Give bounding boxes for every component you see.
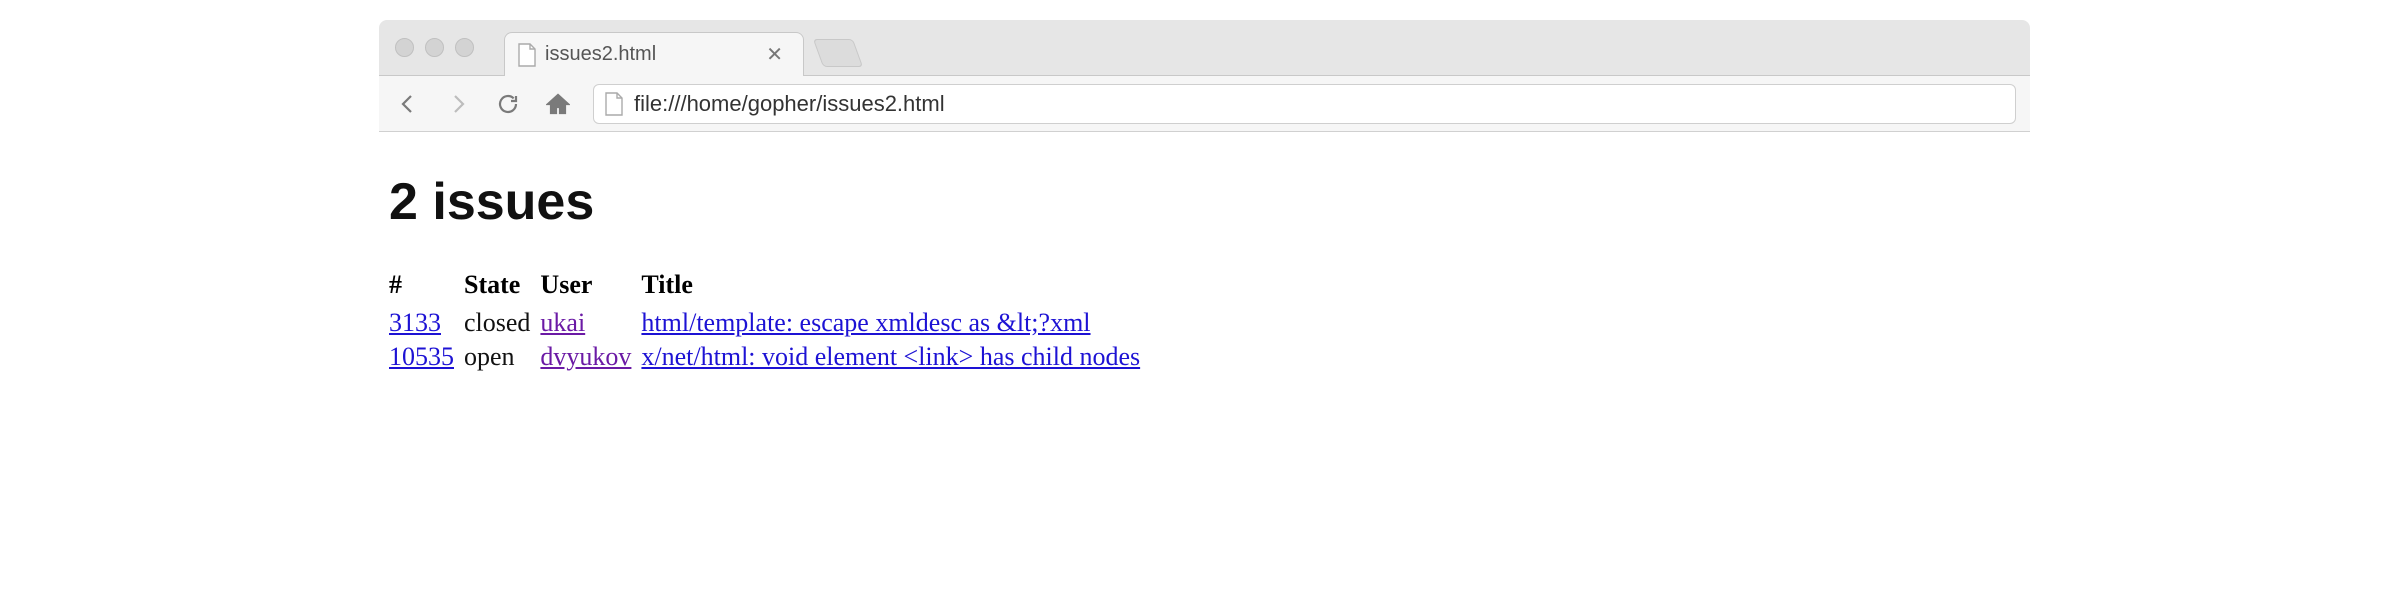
browser-tab[interactable]: issues2.html ✕	[504, 32, 804, 76]
window-controls	[395, 20, 474, 75]
col-num: #	[389, 268, 464, 306]
issue-user-link[interactable]: ukai	[540, 308, 585, 337]
issue-state: closed	[464, 306, 540, 340]
col-user: User	[540, 268, 641, 306]
back-button[interactable]	[393, 89, 423, 119]
browser-window: issues2.html ✕ file:///home/gopher/issue…	[379, 20, 2030, 384]
home-button[interactable]	[543, 89, 573, 119]
reload-button[interactable]	[493, 89, 523, 119]
col-state: State	[464, 268, 540, 306]
close-window-button[interactable]	[395, 38, 414, 57]
file-icon	[517, 43, 537, 67]
address-bar[interactable]: file:///home/gopher/issues2.html	[593, 84, 2016, 124]
issue-user-link[interactable]: dvyukov	[540, 342, 631, 371]
page-heading: 2 issues	[389, 172, 2020, 232]
issue-number-link[interactable]: 3133	[389, 308, 441, 337]
address-text: file:///home/gopher/issues2.html	[634, 91, 945, 117]
col-title: Title	[641, 268, 1150, 306]
page-content: 2 issues # State User Title 3133 closeduk…	[379, 132, 2030, 384]
table-header-row: # State User Title	[389, 268, 1150, 306]
table-row: 3133 closedukai html/template: escape xmld…	[389, 306, 1150, 340]
new-tab-button[interactable]	[813, 39, 863, 67]
issues-table: # State User Title 3133 closedukai html/te…	[389, 268, 1150, 374]
issue-state: open	[464, 340, 540, 374]
issue-number-link[interactable]: 10535	[389, 342, 454, 371]
issue-title-link[interactable]: html/template: escape xmldesc as &lt;?xm…	[641, 308, 1090, 337]
minimize-window-button[interactable]	[425, 38, 444, 57]
issue-title-link[interactable]: x/net/html: void element <link> has chil…	[641, 342, 1140, 371]
maximize-window-button[interactable]	[455, 38, 474, 57]
table-row: 10535 opendvyukov x/net/html: void element…	[389, 340, 1150, 374]
file-icon	[604, 92, 624, 116]
close-tab-button[interactable]: ✕	[760, 43, 789, 67]
tab-title: issues2.html	[545, 43, 760, 66]
forward-button[interactable]	[443, 89, 473, 119]
tab-strip: issues2.html ✕	[379, 20, 2030, 76]
toolbar: file:///home/gopher/issues2.html	[379, 76, 2030, 132]
